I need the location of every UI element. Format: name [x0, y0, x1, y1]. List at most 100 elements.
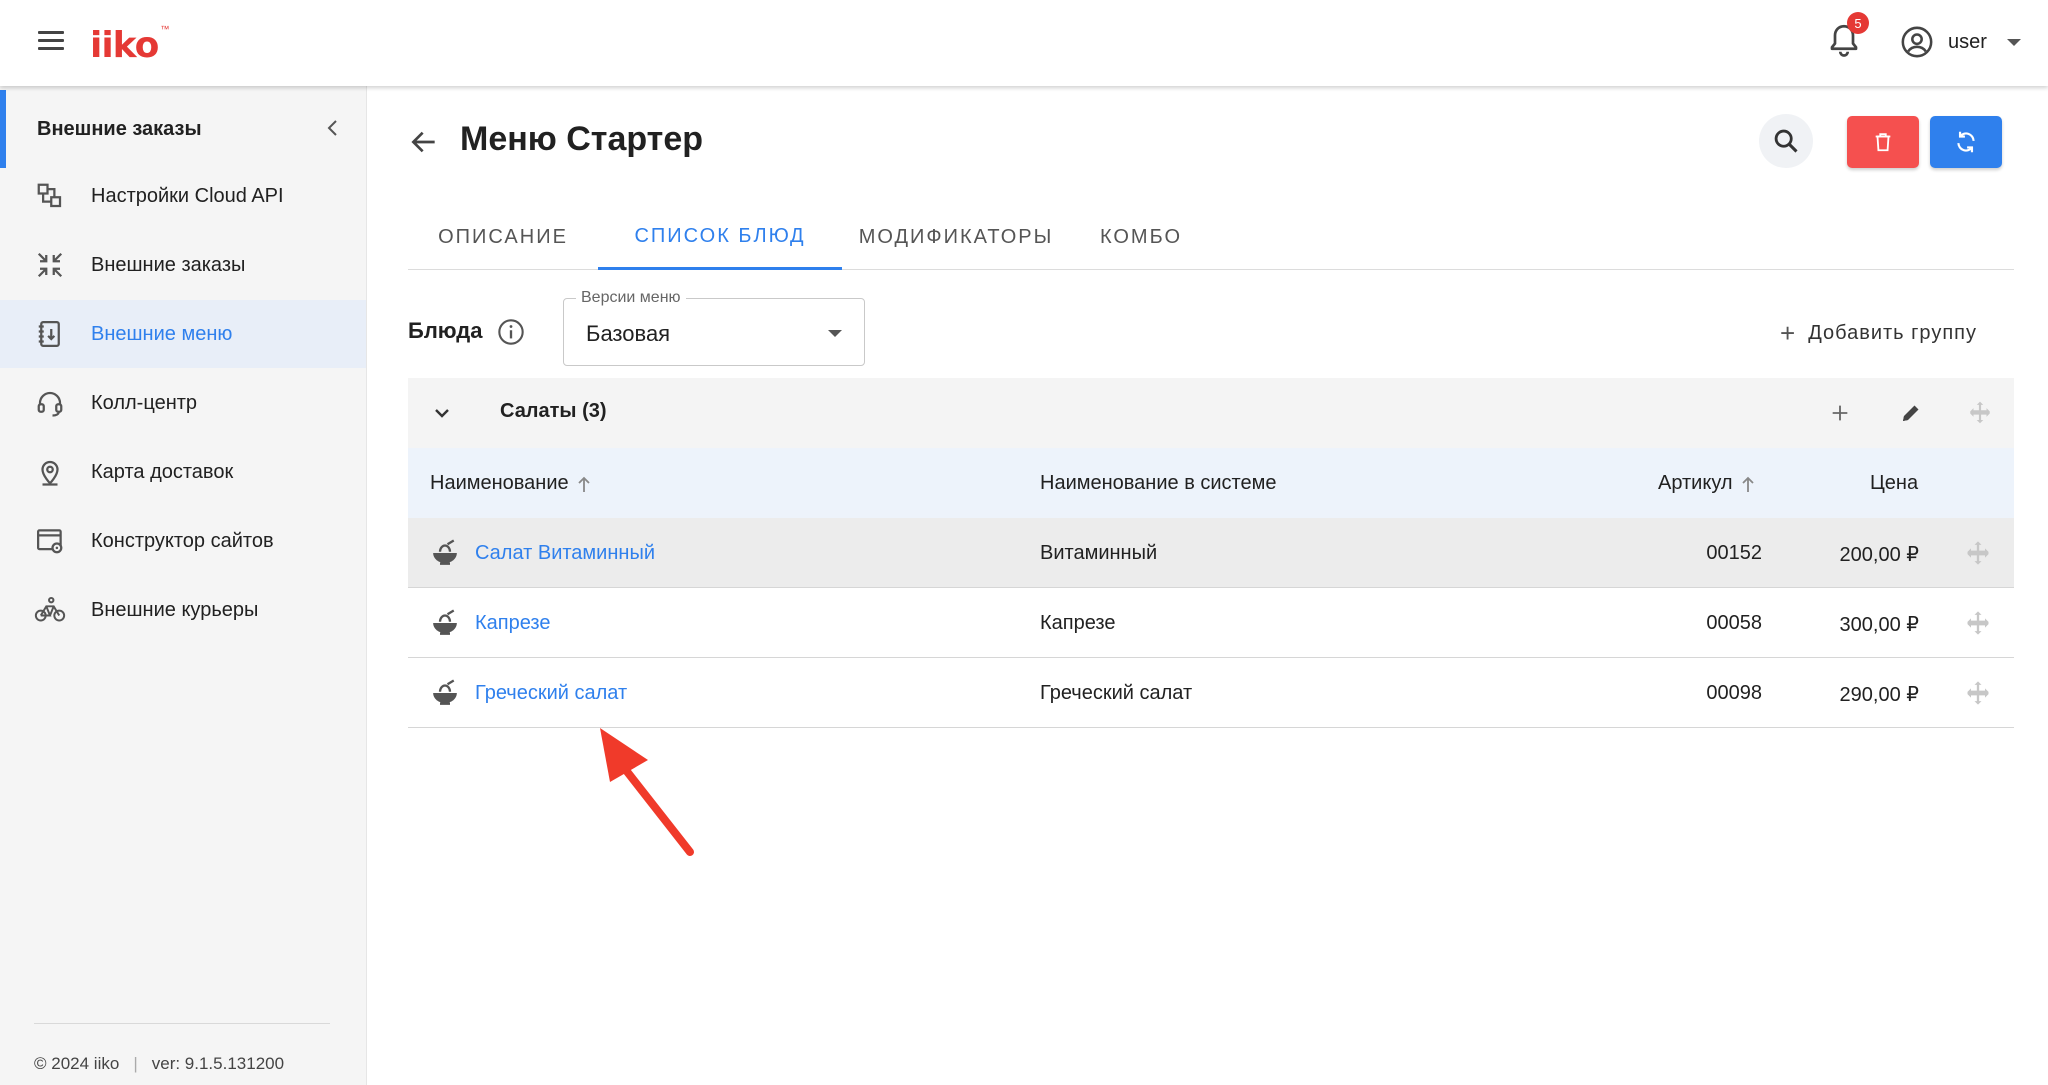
- dish-bowl-icon: [433, 539, 457, 565]
- account-circle-icon: [1901, 26, 1933, 58]
- sidebar-header-title: Внешние заказы: [37, 117, 202, 140]
- annotation-arrow-icon: [600, 728, 694, 856]
- table-row[interactable]: Салат Витаминный Витаминный 00152 200,00…: [408, 518, 2014, 588]
- column-header-article[interactable]: Артикул: [1658, 472, 1755, 495]
- user-menu[interactable]: user: [1900, 22, 2021, 62]
- sidebar-item-label: Конструктор сайтов: [91, 529, 274, 552]
- top-app-bar: iiko ™ 5 user: [0, 0, 2048, 86]
- table-row[interactable]: Капрезе Капрезе 00058 300,00 ₽: [408, 588, 2014, 658]
- cloud-api-settings-icon: [33, 179, 67, 213]
- dish-name-link[interactable]: Греческий салат: [475, 682, 627, 705]
- dish-price: 200,00 ₽: [1839, 544, 1919, 566]
- table-row[interactable]: Греческий салат Греческий салат 00098 29…: [408, 658, 2014, 728]
- page-title: Меню Стартер: [460, 120, 704, 158]
- drag-handle-icon[interactable]: [1964, 679, 1992, 707]
- drag-handle-icon[interactable]: [1965, 398, 1995, 428]
- iiko-logo[interactable]: iiko ™: [90, 14, 169, 64]
- dish-article: 00152: [1706, 542, 1762, 564]
- dish-system-name: Витаминный: [1040, 542, 1158, 564]
- version-text: ver: 9.1.5.131200: [151, 1054, 285, 1073]
- sidebar-item-label: Внешние заказы: [91, 253, 246, 276]
- sidebar-item-delivery-map[interactable]: Карта доставок: [0, 438, 366, 506]
- dish-article: 00098: [1706, 682, 1762, 704]
- search-icon: [1774, 129, 1798, 153]
- tab-combo[interactable]: КОМБО: [1070, 205, 1212, 270]
- bicycle-icon: [33, 593, 67, 627]
- sync-button[interactable]: [1930, 116, 2002, 168]
- dish-bowl-icon: [433, 609, 457, 635]
- drag-handle-icon[interactable]: [1964, 539, 1992, 567]
- dish-name-link[interactable]: Салат Витаминный: [475, 542, 655, 565]
- sidebar-footer-divider: [34, 1023, 330, 1024]
- column-system-name-label: Наименование в системе: [1040, 472, 1277, 494]
- plus-icon: +: [1780, 318, 1797, 348]
- user-dropdown-caret-icon: [2006, 38, 2021, 46]
- hamburger-menu-icon[interactable]: [36, 26, 68, 58]
- map-pin-icon: [33, 455, 67, 489]
- group-title: Салаты (3): [500, 400, 607, 422]
- sidebar-item-label: Внешние курьеры: [91, 598, 259, 621]
- trash-icon: [1875, 133, 1891, 152]
- sync-icon: [1957, 131, 1975, 153]
- dishes-label: Блюда: [408, 318, 483, 343]
- column-header-system-name: Наименование в системе: [1040, 472, 1276, 495]
- headset-icon: [33, 386, 67, 420]
- delete-button[interactable]: [1847, 116, 1919, 168]
- group-header: Салаты (3): [408, 378, 2014, 448]
- logo-text: iiko: [90, 25, 159, 66]
- tab-modifiers[interactable]: МОДИФИКАТОРЫ: [842, 205, 1070, 270]
- column-price-label: Цена: [1870, 472, 1919, 494]
- dish-system-name: Капрезе: [1040, 612, 1116, 634]
- search-button[interactable]: [1759, 114, 1813, 168]
- column-header-name[interactable]: Наименование: [430, 472, 591, 495]
- add-group-label: Добавить группу: [1808, 321, 1977, 344]
- dish-article: 00058: [1706, 612, 1762, 634]
- external-orders-icon: [33, 248, 67, 282]
- column-article-label: Артикул: [1658, 472, 1733, 494]
- dish-bowl-icon: [433, 679, 457, 705]
- menu-version-select[interactable]: Версии меню Базовая: [563, 289, 865, 366]
- collapse-sidebar-icon[interactable]: [321, 116, 345, 140]
- menu-version-label: Версии меню: [576, 289, 686, 307]
- tab-dish-list[interactable]: СПИСОК БЛЮД: [598, 205, 842, 270]
- tab-description[interactable]: ОПИСАНИЕ: [408, 205, 598, 270]
- sidebar-item-label: Колл-центр: [91, 391, 198, 414]
- logo-trademark: ™: [160, 24, 170, 34]
- dish-system-name: Греческий салат: [1040, 682, 1193, 704]
- add-group-button[interactable]: + Добавить группу: [1780, 318, 1977, 348]
- table-header: Наименование Наименование в системе Арти…: [408, 448, 2014, 518]
- info-icon[interactable]: [497, 318, 525, 346]
- plus-icon: [1832, 405, 1848, 421]
- chevron-down-icon[interactable]: [430, 401, 454, 425]
- menu-version-value: Базовая: [586, 321, 671, 346]
- external-menu-icon: [33, 317, 67, 351]
- tab-bar: ОПИСАНИЕ СПИСОК БЛЮД МОДИФИКАТОРЫ КОМБО: [408, 205, 2014, 270]
- copyright-text: © 2024 iiko: [34, 1054, 120, 1073]
- sidebar-item-label: Настройки Cloud API: [91, 184, 284, 207]
- column-header-price: Цена: [1870, 472, 1918, 495]
- sidebar-item-cloud-api[interactable]: Настройки Cloud API: [0, 162, 366, 230]
- dish-name-link[interactable]: Капрезе: [475, 612, 550, 635]
- dish-price: 290,00 ₽: [1839, 684, 1919, 706]
- sidebar-item-call-center[interactable]: Колл-центр: [0, 369, 366, 437]
- sidebar-item-label: Внешние меню: [91, 322, 233, 345]
- sidebar-item-label: Карта доставок: [91, 460, 234, 483]
- sidebar-item-external-couriers[interactable]: Внешние курьеры: [0, 576, 366, 644]
- pencil-icon: [1903, 405, 1919, 421]
- edit-group-button[interactable]: [1896, 398, 1926, 428]
- user-name: user: [1948, 30, 1987, 53]
- dropdown-caret-icon: [828, 330, 842, 337]
- sort-arrow-up-icon[interactable]: [1741, 475, 1755, 493]
- sidebar-item-external-menu[interactable]: Внешние меню: [0, 300, 366, 368]
- drag-handle-icon[interactable]: [1964, 609, 1992, 637]
- sidebar-header[interactable]: Внешние заказы: [0, 90, 367, 168]
- sort-arrow-up-icon[interactable]: [577, 475, 591, 493]
- sidebar-item-external-orders[interactable]: Внешние заказы: [0, 231, 366, 299]
- sidebar-item-site-builder[interactable]: Конструктор сайтов: [0, 507, 366, 575]
- sidebar: Внешние заказы Настройки Cloud API Внешн…: [0, 86, 367, 1085]
- column-name-label: Наименование: [430, 472, 569, 494]
- dish-price: 300,00 ₽: [1839, 614, 1919, 636]
- back-arrow-icon[interactable]: [408, 126, 440, 158]
- add-dish-button[interactable]: [1825, 398, 1855, 428]
- site-builder-icon: [33, 524, 67, 558]
